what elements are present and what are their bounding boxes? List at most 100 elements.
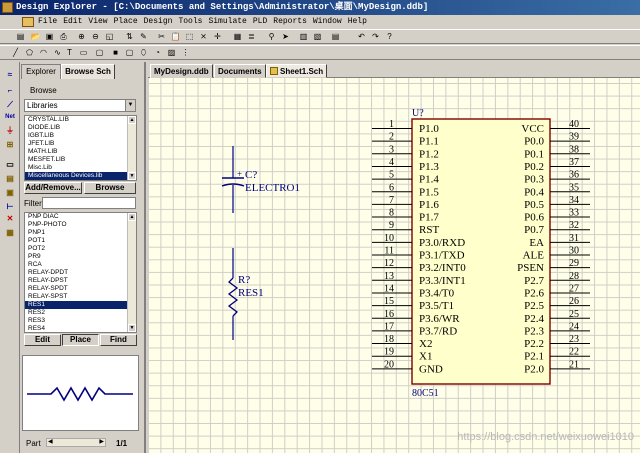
document-icon[interactable] — [22, 17, 34, 27]
array-icon[interactable]: ⋮ — [180, 48, 191, 58]
hierarchy-icon[interactable]: ⇅ — [124, 32, 135, 42]
schematic-sheet[interactable]: + C? ELECTRO1 R? RES1 U? 80C51 1 P1.0 2 P1.… — [148, 78, 640, 453]
library-item[interactable]: MATH.LIB — [25, 148, 136, 156]
graphic-icon[interactable]: ▨ — [166, 48, 177, 58]
zoom-area-icon[interactable]: ◱ — [104, 32, 115, 42]
rectangle-icon[interactable]: ▢ — [94, 48, 105, 58]
menu-tools[interactable]: Tools — [178, 15, 202, 29]
text-icon[interactable]: T — [64, 48, 75, 58]
component-item[interactable]: PNP-PHOTO — [25, 221, 136, 229]
library-item[interactable]: MESFET.LIB — [25, 156, 136, 164]
component-list[interactable]: PNP DIAC PNP-PHOTO PNP1 POT1 POT2 PR9 RCA RELAY… — [24, 212, 137, 333]
scroll-up-icon[interactable]: ▲ — [128, 213, 136, 221]
find-button[interactable]: Find — [100, 334, 137, 346]
text-frame-icon[interactable]: ▭ — [78, 48, 89, 58]
scroll-right-icon[interactable]: ▶ — [99, 438, 104, 445]
bus-entry-icon[interactable]: ⟋ — [4, 100, 16, 110]
component-item[interactable]: RELAY-DPST — [25, 277, 136, 285]
library-item[interactable]: Misc.Lib — [25, 164, 136, 172]
component-item[interactable]: RCA — [25, 261, 136, 269]
library-item[interactable]: DIODE.LIB — [25, 124, 136, 132]
menu-reports[interactable]: Reports — [273, 15, 307, 29]
tab-explorer[interactable]: Explorer — [21, 64, 61, 79]
help-icon[interactable]: ? — [384, 32, 395, 42]
capacitor-c[interactable]: + C? ELECTRO1 — [221, 146, 300, 213]
zoom-out-icon[interactable]: ⊖ — [90, 32, 101, 42]
menu-place[interactable]: Place — [114, 15, 138, 29]
component-list-scrollbar[interactable]: ▲ ▼ — [127, 213, 136, 332]
pcb-layout-icon[interactable]: ▦ — [4, 228, 16, 238]
save-icon[interactable]: ▣ — [44, 32, 55, 42]
tab-documents[interactable]: Documents — [214, 64, 266, 78]
tab-sheet1-sch[interactable]: Sheet1.Sch — [266, 64, 328, 78]
no-erc-icon[interactable]: ✕ — [4, 214, 16, 224]
curve-icon[interactable]: ∿ — [52, 48, 63, 58]
filter-input[interactable] — [42, 197, 136, 209]
polygon-icon[interactable]: ⬠ — [24, 48, 35, 58]
library-list[interactable]: CRYSTAL.LIB DIODE.LIB IGBT.LIB JFET.LIB MATH… — [24, 115, 137, 181]
wire-icon[interactable]: ≈ — [4, 70, 16, 80]
pencil-icon[interactable]: ✎ — [138, 32, 149, 42]
redo-icon[interactable]: ↷ — [370, 32, 381, 42]
menu-design[interactable]: Design — [144, 15, 173, 29]
component-item[interactable]: PNP DIAC — [25, 213, 136, 221]
menu-file[interactable]: File — [38, 15, 57, 29]
ellipse-icon[interactable]: ⬯ — [138, 48, 149, 58]
sheet-entry-icon[interactable]: ▤ — [4, 174, 16, 184]
component-item[interactable]: RES4 — [25, 325, 136, 332]
bus-icon[interactable]: ⌐ — [4, 86, 16, 96]
component-item[interactable]: RES2 — [25, 309, 136, 317]
browse-select[interactable]: Libraries ▼ — [24, 99, 136, 112]
component-item[interactable]: POT2 — [25, 245, 136, 253]
browse-button[interactable]: Browse — [84, 182, 136, 194]
zoom-in-icon[interactable]: ⊕ — [76, 32, 87, 42]
select-area-icon[interactable]: ⬚ — [184, 32, 195, 42]
part-scrollbar[interactable]: ◀ ▶ — [46, 438, 106, 447]
menu-help[interactable]: Help — [348, 15, 367, 29]
open-folder-icon[interactable]: 📂 — [30, 32, 41, 42]
cut-icon[interactable]: ✂ — [156, 32, 167, 42]
component-item[interactable]: RES1 — [25, 301, 136, 309]
menu-pld[interactable]: PLD — [253, 15, 267, 29]
component-item[interactable]: PR9 — [25, 253, 136, 261]
arc-icon[interactable]: ◠ — [38, 48, 49, 58]
component-item[interactable]: RELAY-SPDT — [25, 285, 136, 293]
paste-icon[interactable]: 📋 — [170, 32, 181, 42]
library-icon[interactable]: ▦ — [232, 32, 243, 42]
pie-icon[interactable]: ◔ — [152, 48, 163, 58]
menu-window[interactable]: Window — [313, 15, 342, 29]
component-item[interactable]: RELAY-DPDT — [25, 269, 136, 277]
place-button[interactable]: Place — [62, 334, 99, 346]
scroll-up-icon[interactable]: ▲ — [128, 116, 136, 124]
scroll-down-icon[interactable]: ▼ — [128, 172, 136, 180]
deselect-icon[interactable]: ⨯ — [198, 32, 209, 42]
edit-button[interactable]: Edit — [24, 334, 61, 346]
power-port-icon[interactable]: ⏚ — [4, 126, 16, 136]
browse-lib-icon[interactable]: ≣ — [246, 32, 257, 42]
library-item[interactable]: CRYSTAL.LIB — [25, 116, 136, 124]
net-label-icon[interactable]: Net — [4, 112, 16, 122]
scroll-left-icon[interactable]: ◀ — [48, 438, 53, 445]
component-item[interactable]: RELAY-SPST — [25, 293, 136, 301]
menu-simulate[interactable]: Simulate — [208, 15, 246, 29]
chevron-down-icon[interactable]: ▼ — [125, 100, 135, 111]
netlist-icon[interactable]: ▧ — [312, 32, 323, 42]
library-item[interactable]: IGBT.LIB — [25, 132, 136, 140]
menu-view[interactable]: View — [88, 15, 107, 29]
chip-80c51[interactable]: U? 80C51 1 P1.0 2 P1.1 3 P1.2 4 P1.3 5 P1.4 6 P1.5 7… — [372, 108, 590, 399]
port-icon[interactable]: ▣ — [4, 188, 16, 198]
tab-browse-sch[interactable]: Browse Sch — [61, 64, 115, 79]
component-item[interactable]: PNP1 — [25, 229, 136, 237]
library-item[interactable]: JFET.LIB — [25, 140, 136, 148]
library-list-scrollbar[interactable]: ▲ ▼ — [127, 116, 136, 180]
panel-toggle-icon[interactable]: ▤ — [15, 32, 26, 42]
rounded-rect-icon[interactable]: ▢ — [124, 48, 135, 58]
resistor-r[interactable]: R? RES1 — [227, 248, 264, 340]
menu-edit[interactable]: Edit — [63, 15, 82, 29]
print-icon[interactable]: ⎙ — [58, 32, 69, 42]
library-item[interactable]: Miscellaneous Devices.lib — [25, 172, 136, 180]
run-icon[interactable]: ➤ — [280, 32, 291, 42]
scroll-down-icon[interactable]: ▼ — [128, 324, 136, 332]
simulate-icon[interactable]: ▥ — [298, 32, 309, 42]
tab-mydesign-ddb[interactable]: MyDesign.ddb — [150, 64, 213, 78]
